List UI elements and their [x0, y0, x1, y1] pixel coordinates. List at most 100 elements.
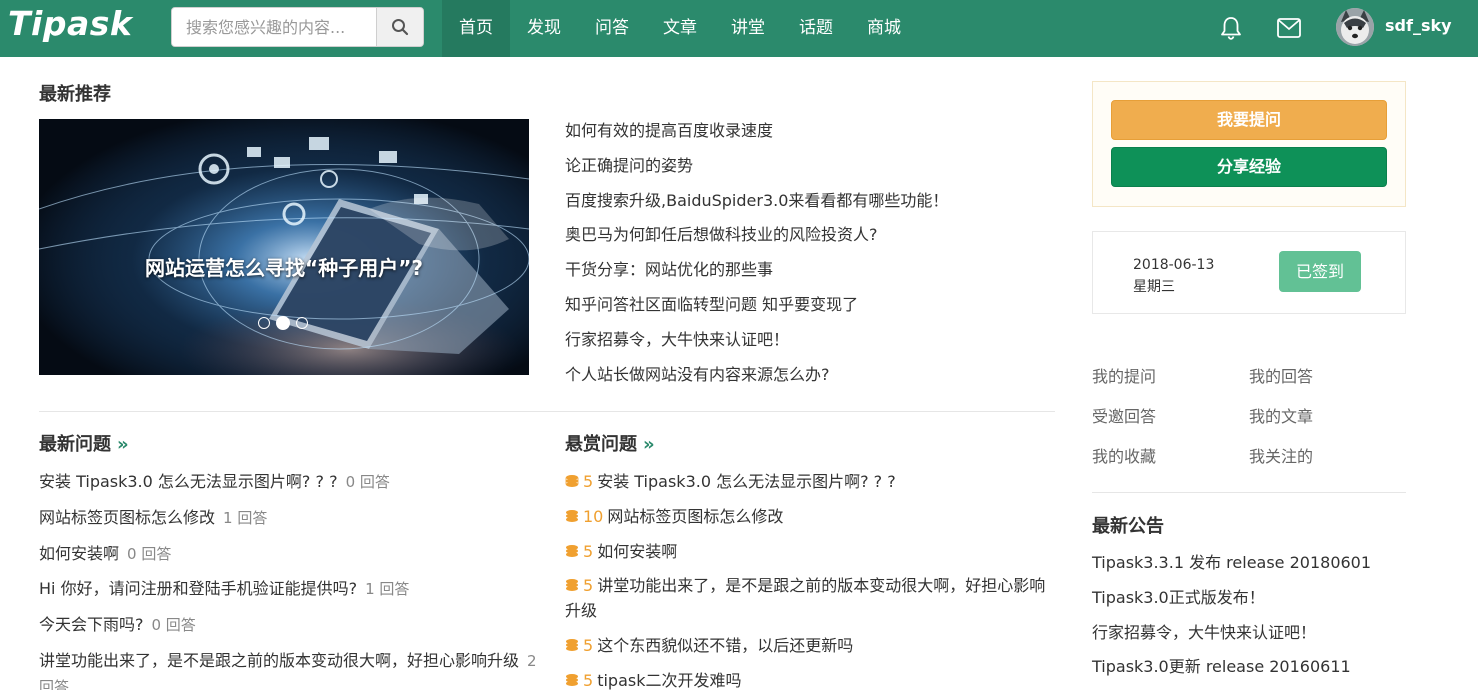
list-item: 5 安装 Tipask3.0 怎么无法显示图片啊? ? ? [565, 469, 1055, 494]
my-answers-link[interactable]: 我的回答 [1249, 363, 1313, 387]
list-item: 如何安装啊 0 回答 [39, 541, 539, 567]
question-link[interactable]: 安装 Tipask3.0 怎么无法显示图片啊? ? ? [39, 472, 338, 491]
mail-icon[interactable] [1276, 17, 1302, 39]
notice-list: Tipask3.3.1 发布 release 20180601 Tipask3.… [1092, 551, 1371, 690]
latest-questions-list: 安装 Tipask3.0 怎么无法显示图片啊? ? ? 0 回答 网站标签页图标怎… [39, 469, 539, 690]
list-item: 5 这个东西貌似还不错，以后还更新吗 [565, 633, 1055, 658]
reward-amount: 5 [583, 576, 594, 596]
list-item: 讲堂功能出来了，是不是跟之前的版本变动很大啊，好担心影响升级 2 回答 [39, 648, 539, 690]
coins-icon [566, 509, 578, 522]
more-latest-questions-link[interactable]: » [117, 434, 129, 455]
reward-questions-list: 5 安装 Tipask3.0 怎么无法显示图片啊? ? ? 10 网站标签页图标怎么… [565, 469, 1055, 690]
question-link[interactable]: 安装 Tipask3.0 怎么无法显示图片啊? ? ? [597, 472, 896, 491]
search-button[interactable] [376, 8, 423, 46]
sign-date: 2018-06-13 星期三 [1133, 254, 1214, 298]
ask-question-button[interactable]: 我要提问 [1111, 100, 1387, 140]
my-articles-link[interactable]: 我的文章 [1249, 403, 1313, 427]
sidebar-divider [1092, 492, 1406, 493]
more-reward-questions-link[interactable]: » [643, 434, 655, 455]
question-link[interactable]: 如何安装啊 [597, 542, 677, 561]
coins-icon [566, 673, 578, 686]
nav-item-discover[interactable]: 发现 [510, 0, 578, 57]
search-input[interactable] [172, 8, 377, 46]
question-link[interactable]: 讲堂功能出来了，是不是跟之前的版本变动很大啊，好担心影响升级 [39, 651, 519, 670]
nav-item-topics[interactable]: 话题 [782, 0, 850, 57]
reward-questions-heading: 悬赏问题 » [565, 430, 655, 456]
notice-link[interactable]: Tipask3.0正式版发布！ [1092, 586, 1371, 621]
nav-item-lectures[interactable]: 讲堂 [714, 0, 782, 57]
latest-questions-title[interactable]: 最新问题 [39, 434, 111, 455]
username[interactable]: sdf_sky [1385, 16, 1452, 35]
husky-avatar-image [1336, 8, 1374, 46]
main-nav: 首页 发现 问答 文章 讲堂 话题 商城 [442, 0, 918, 57]
latest-questions-heading: 最新问题 » [39, 430, 129, 456]
recommend-carousel[interactable]: 网站运营怎么寻找“种子用户”? [39, 119, 529, 375]
list-item: 今天会下雨吗? 0 回答 [39, 612, 539, 638]
nav-item-qa[interactable]: 问答 [578, 0, 646, 57]
carousel-dot[interactable] [258, 317, 270, 329]
notice-link[interactable]: 行家招募令，大牛快来认证吧！ [1092, 621, 1371, 656]
answer-count: 0 回答 [345, 473, 390, 491]
recommend-article-link[interactable]: 百度搜索升级,BaiduSpider3.0来看看都有哪些功能！ [565, 189, 1045, 224]
nav-item-home[interactable]: 首页 [442, 0, 510, 57]
section-divider [39, 411, 1055, 412]
ask-share-panel: 我要提问 分享经验 [1092, 81, 1406, 207]
carousel-indicators [258, 316, 308, 330]
reward-amount: 5 [583, 636, 594, 656]
answer-count: 0 回答 [151, 616, 196, 635]
list-item: 安装 Tipask3.0 怎么无法显示图片啊? ? ? 0 回答 [39, 469, 539, 495]
my-following-link[interactable]: 我关注的 [1249, 443, 1313, 467]
carousel-dot[interactable] [296, 317, 308, 329]
carousel-dot-active[interactable] [276, 316, 290, 330]
recommend-article-link[interactable]: 干货分享：网站优化的那些事 [565, 258, 1045, 293]
reward-amount: 5 [583, 472, 594, 491]
list-item: 5 tipask二次开发难吗 [565, 668, 1055, 690]
notices-title: 最新公告 [1092, 516, 1164, 537]
my-favorites-link[interactable]: 我的收藏 [1092, 443, 1156, 467]
sign-date-value: 2018-06-13 [1133, 257, 1215, 273]
list-item: 网站标签页图标怎么修改 1 回答 [39, 505, 539, 531]
list-item: 5 讲堂功能出来了，是不是跟之前的版本变动很大啊，好担心影响升级 [565, 573, 1055, 623]
coins-icon [566, 544, 578, 557]
list-item: 10 网站标签页图标怎么修改 [565, 504, 1055, 529]
recommend-article-link[interactable]: 如何有效的提高百度收录速度 [565, 119, 1045, 154]
recommend-article-link[interactable]: 知乎问答社区面临转型问题 知乎要变现了 [565, 293, 1045, 328]
latest-recommend-title: 最新推荐 [39, 84, 111, 105]
answer-count: 0 回答 [127, 544, 172, 563]
coins-icon [565, 475, 579, 487]
user-avatar[interactable] [1336, 8, 1374, 46]
nav-item-articles[interactable]: 文章 [646, 0, 714, 57]
bell-icon[interactable] [1218, 15, 1244, 41]
search-box [171, 7, 424, 47]
carousel-banner-image [39, 119, 529, 375]
share-experience-button[interactable]: 分享经验 [1111, 147, 1387, 187]
question-link[interactable]: Hi 你好，请问注册和登陆手机验证能提供吗? [39, 579, 357, 598]
nav-item-shop[interactable]: 商城 [850, 0, 918, 57]
invited-answers-link[interactable]: 受邀回答 [1092, 403, 1156, 427]
question-link[interactable]: 讲堂功能出来了，是不是跟之前的版本变动很大啊，好担心影响升级 [565, 576, 1045, 620]
recommend-article-link[interactable]: 论正确提问的姿势 [565, 154, 1045, 189]
question-link[interactable]: 这个东西貌似还不错，以后还更新吗 [597, 636, 853, 655]
recommend-article-link[interactable]: 奥巴马为何卸任后想做科技业的风险投资人? [565, 223, 1045, 258]
coins-icon [566, 639, 578, 652]
question-link[interactable]: 如何安装啊 [39, 544, 119, 563]
notice-link[interactable]: Tipask3.0更新 release 20160611 [1092, 655, 1371, 690]
question-link[interactable]: 网站标签页图标怎么修改 [607, 507, 783, 526]
recommend-article-link[interactable]: 行家招募令，大牛快来认证吧！ [565, 328, 1045, 363]
carousel-caption[interactable]: 网站运营怎么寻找“种子用户”? [139, 257, 429, 279]
coins-icon [566, 579, 578, 592]
reward-questions-title[interactable]: 悬赏问题 [565, 434, 637, 455]
question-link[interactable]: tipask二次开发难吗 [597, 671, 741, 690]
question-link[interactable]: 今天会下雨吗? [39, 615, 144, 634]
notice-link[interactable]: Tipask3.3.1 发布 release 20180601 [1092, 551, 1371, 586]
sign-weekday: 星期三 [1133, 279, 1175, 295]
recommend-article-list: 如何有效的提高百度收录速度 论正确提问的姿势 百度搜索升级,BaiduSpide… [565, 119, 1045, 397]
signed-in-button[interactable]: 已签到 [1279, 251, 1361, 292]
answer-count: 1 回答 [365, 580, 410, 599]
site-logo[interactable]: Tipask [8, 4, 132, 43]
search-icon [392, 19, 409, 36]
my-questions-link[interactable]: 我的提问 [1092, 363, 1156, 387]
reward-amount: 5 [583, 670, 594, 690]
question-link[interactable]: 网站标签页图标怎么修改 [39, 508, 215, 527]
recommend-article-link[interactable]: 个人站长做网站没有内容来源怎么办? [565, 363, 1045, 398]
